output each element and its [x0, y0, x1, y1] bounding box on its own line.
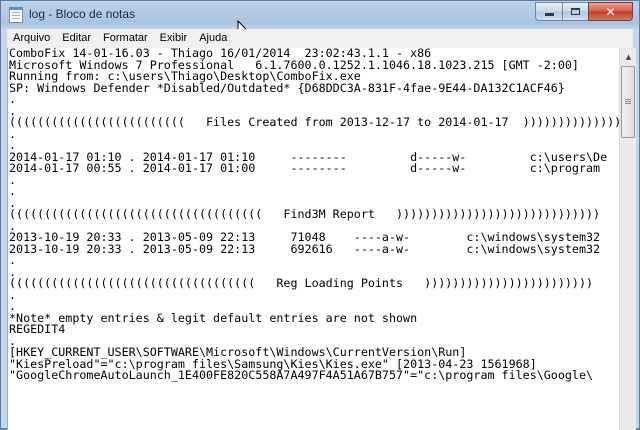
text-line: . — [9, 287, 17, 302]
menu-bar: Arquivo Editar Formatar Exibir Ajuda — [7, 29, 633, 49]
menu-formatar[interactable]: Formatar — [97, 29, 154, 48]
text-line: 2013-10-19 20:33 . 2013-05-09 22:13 6926… — [9, 241, 601, 256]
minimize-button[interactable] — [535, 2, 562, 21]
notepad-window: log - Bloco de notas ✕ Arquivo Editar Fo… — [0, 0, 640, 430]
text-line: *Note* empty entries & legit default ent… — [9, 310, 418, 325]
menu-arquivo[interactable]: Arquivo — [7, 29, 56, 48]
vertical-scrollbar[interactable]: ▲ — [619, 48, 636, 430]
maximize-icon — [571, 8, 580, 15]
text-line: . — [9, 253, 17, 267]
text-line: . — [9, 92, 17, 106]
text-line: (((((((((((((((((((((((((((((((((((( Fin… — [9, 207, 601, 221]
title-bar[interactable]: log - Bloco de notas ✕ — [1, 1, 639, 40]
text-line: 2014-01-17 00:55 . 2014-01-17 01:00 ----… — [9, 161, 601, 175]
caption-buttons: ✕ — [535, 2, 633, 21]
scroll-up-arrow-icon: ▲ — [625, 53, 632, 61]
close-icon: ✕ — [605, 4, 616, 19]
text-line: . — [9, 184, 17, 198]
menu-editar[interactable]: Editar — [56, 29, 97, 48]
text-line: ((((((((((((((((((((((((( Files Created … — [9, 115, 619, 129]
scrollbar-thumb[interactable] — [621, 66, 635, 138]
menu-ajuda[interactable]: Ajuda — [193, 29, 233, 48]
minimize-icon — [544, 13, 554, 16]
notepad-icon[interactable] — [9, 7, 23, 23]
text-line: ((((((((((((((((((((((((((((((((((( Reg … — [9, 276, 594, 290]
text-line: "GoogleChromeAutoLaunch_1E400FE820C558A7… — [9, 368, 594, 382]
text-line: . — [9, 126, 17, 141]
text-line: SP: Windows Defender *Disabled/Outdated*… — [9, 80, 565, 95]
text-editor[interactable]: ComboFix 14-01-16.03 - Thiago 16/01/2014… — [7, 48, 636, 430]
scroll-up-button[interactable]: ▲ — [621, 49, 636, 65]
text-line: REGEDIT4 — [9, 322, 66, 336]
menu-exibir[interactable]: Exibir — [154, 29, 194, 48]
window-title: log - Bloco de notas — [29, 7, 136, 21]
close-button[interactable]: ✕ — [588, 2, 633, 21]
document-text[interactable]: ComboFix 14-01-16.03 - Thiago 16/01/2014… — [8, 48, 619, 430]
text-line: . — [9, 172, 17, 187]
maximize-button[interactable] — [562, 2, 588, 21]
